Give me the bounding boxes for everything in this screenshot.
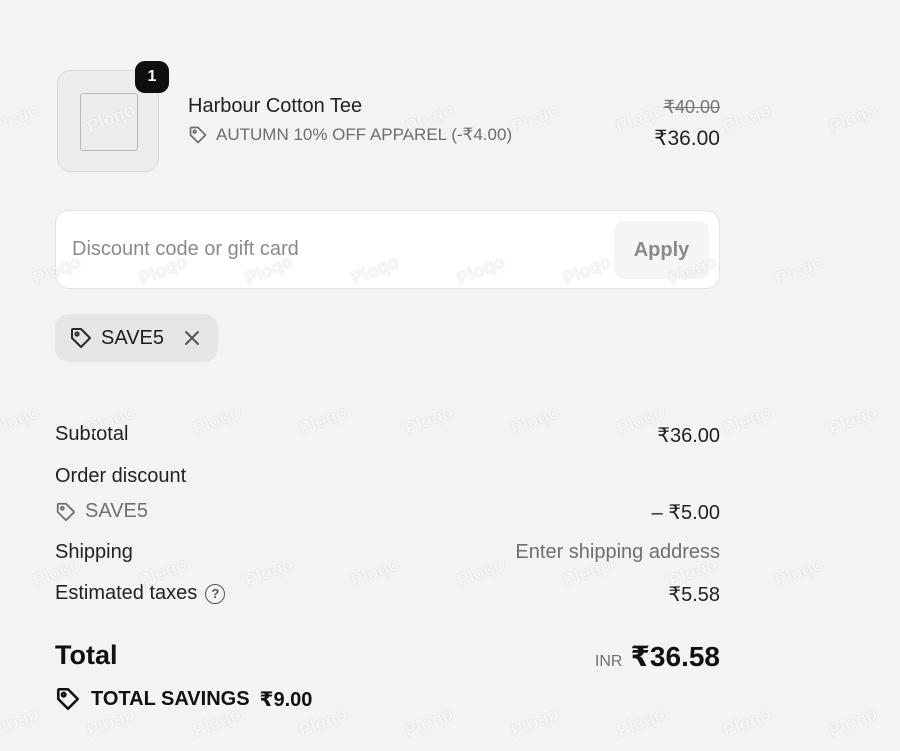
watermark-text: Ploqo	[0, 703, 42, 741]
remove-code-button[interactable]	[180, 326, 204, 350]
watermark-text: Ploqo	[507, 99, 562, 137]
tag-icon	[56, 502, 76, 521]
tag-icon	[56, 687, 80, 711]
taxes-value: ₹5.58	[668, 584, 720, 606]
watermark-text: Ploqo	[719, 99, 774, 137]
subtotal-label: Subtotal	[55, 423, 129, 445]
shipping-label: Shipping	[55, 541, 133, 563]
discounted-price: ₹36.00	[654, 127, 720, 150]
total-amount: ₹36.58	[630, 641, 720, 672]
watermark-text: Ploqo	[0, 99, 42, 137]
watermark-text: Ploqo	[825, 99, 880, 137]
savings-label: TOTAL SAVINGS	[91, 687, 250, 710]
applied-code-chip: SAVE5	[55, 314, 218, 362]
savings-value: ₹9.00	[259, 688, 313, 711]
product-name: Harbour Cotton Tee	[188, 95, 363, 117]
currency-code: INR	[594, 653, 623, 670]
watermark-text: Ploqo	[401, 703, 456, 741]
order-discount-label: Order discount	[55, 465, 187, 487]
discount-code-field: Apply	[55, 210, 720, 289]
total-savings: TOTAL SAVINGS ₹9.00	[55, 686, 312, 712]
watermark-text: Ploqo	[613, 703, 668, 741]
help-icon[interactable]: ?	[205, 584, 226, 604]
watermark-text: Ploqo	[401, 401, 456, 439]
watermark-text: Ploqo	[347, 553, 402, 591]
watermark-text: Ploqo	[771, 553, 826, 591]
subtotal-value: ₹36.00	[657, 425, 720, 447]
watermark-text: Ploqo	[771, 251, 826, 289]
total-label: Total	[55, 640, 118, 670]
watermark-text: Ploqo	[507, 703, 562, 741]
watermark-text: Ploqo	[719, 703, 774, 741]
discount-code-input[interactable]	[72, 229, 602, 269]
taxes-row-label: Estimated taxes?	[55, 582, 226, 605]
watermark-text: Ploqo	[189, 401, 244, 439]
watermark-text: Ploqo	[241, 553, 296, 591]
watermark-text: Ploqo	[719, 401, 774, 439]
original-price: ₹40.00	[663, 97, 721, 117]
watermark-text: Ploqo	[453, 553, 508, 591]
image-placeholder	[80, 93, 138, 151]
order-discount-code-label: SAVE5	[85, 500, 148, 522]
applied-code-label: SAVE5	[101, 326, 164, 349]
order-discount-code: SAVE5	[55, 500, 148, 523]
order-discount-value: – ₹5.00	[651, 502, 720, 524]
close-icon	[185, 331, 199, 345]
product-discount: AUTUMN 10% OFF APPAREL (-₹4.00)	[188, 125, 512, 145]
watermark-text: Ploqo	[825, 703, 880, 741]
watermark-text: Ploqo	[825, 401, 880, 439]
apply-button[interactable]: Apply	[614, 221, 709, 279]
shipping-value: Enter shipping address	[515, 541, 720, 563]
tag-icon	[71, 328, 91, 348]
watermark-text: Ploqo	[295, 401, 350, 439]
watermark-text: Ploqo	[0, 401, 42, 439]
tag-icon	[189, 126, 207, 144]
taxes-label: Estimated taxes	[55, 582, 198, 604]
product-discount-label: AUTUMN 10% OFF APPAREL (-₹4.00)	[216, 125, 513, 144]
total-value-group: INR ₹36.58	[595, 640, 720, 673]
quantity-badge: 1	[135, 61, 169, 93]
watermark-text: Ploqo	[507, 401, 562, 439]
